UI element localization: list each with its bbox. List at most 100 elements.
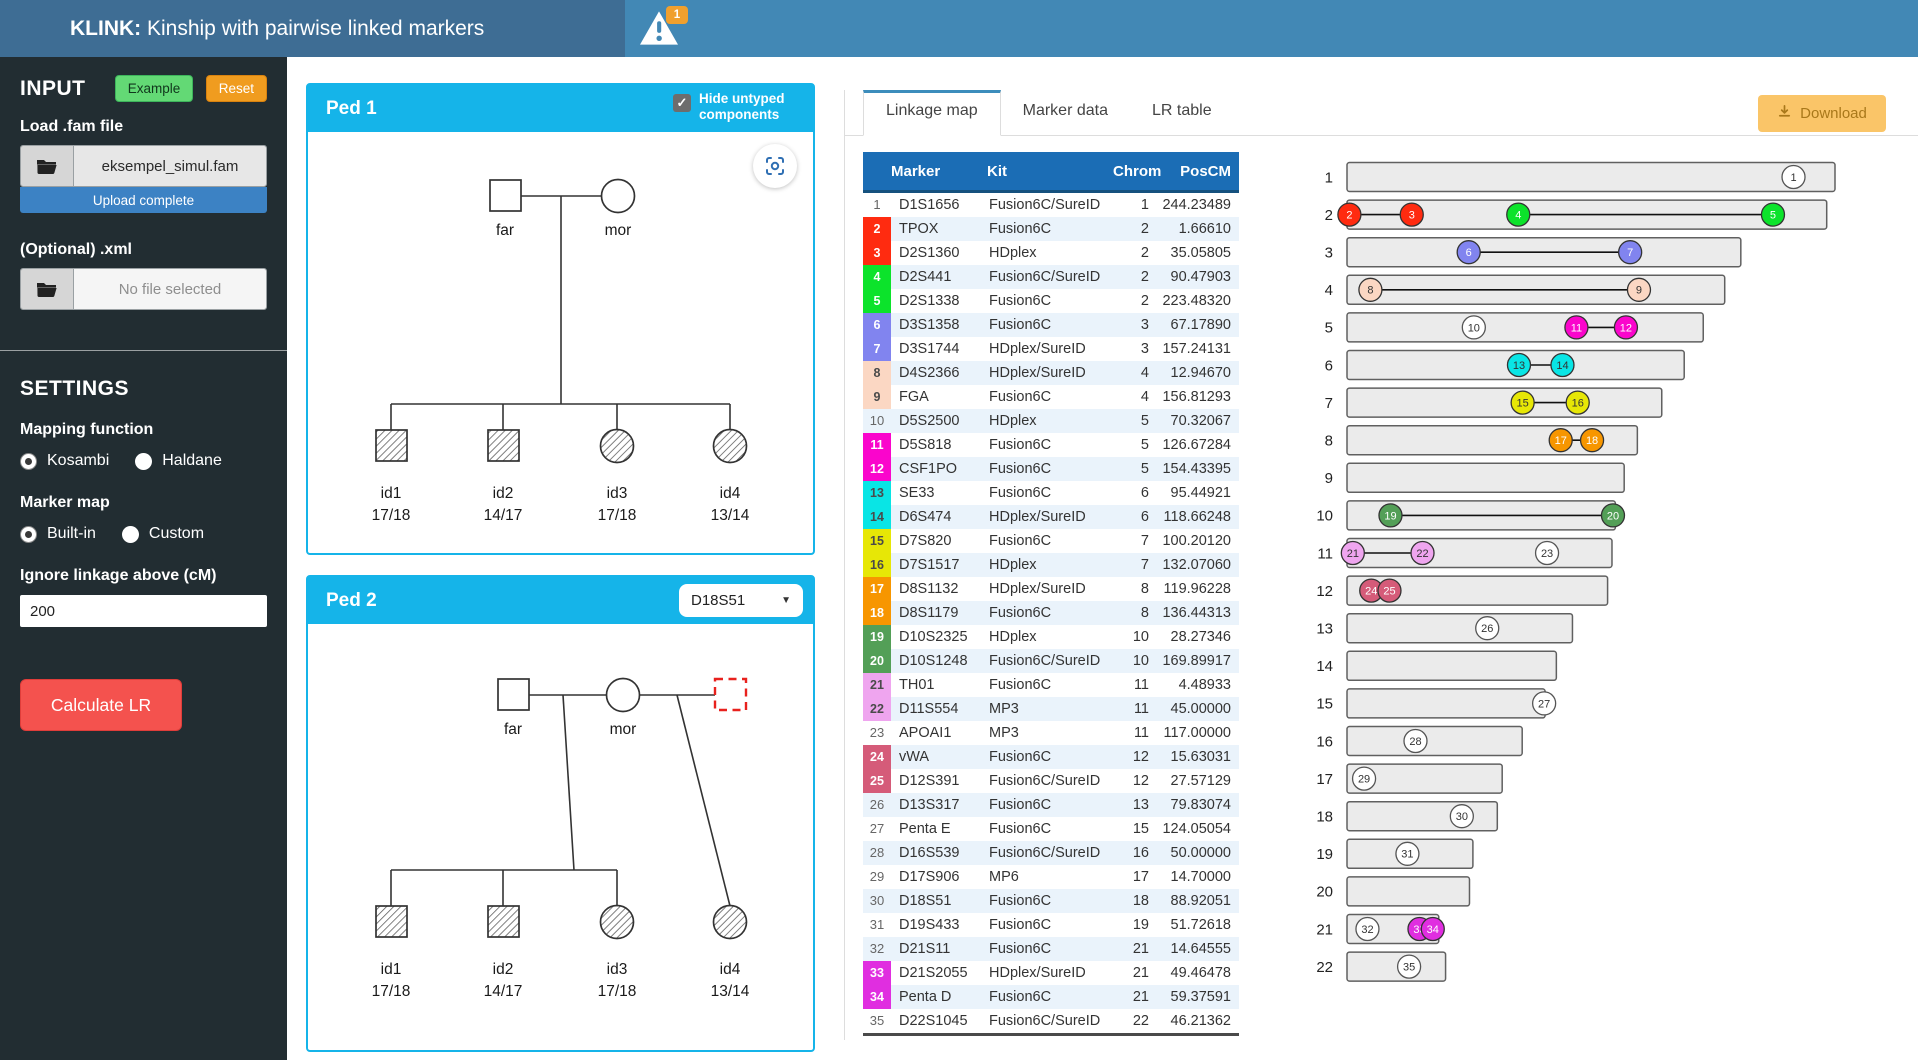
- cell-kit: Fusion6C: [987, 433, 1113, 457]
- row-index-badge: 17: [863, 577, 891, 601]
- chromosome-row: 71516: [1325, 388, 1662, 417]
- cell-chrom: 12: [1113, 769, 1157, 793]
- cell-chrom: 4: [1113, 385, 1157, 409]
- cell-kit: MP3: [987, 697, 1113, 721]
- marker-circle-number: 12: [1620, 322, 1632, 334]
- mapping-function-label: Mapping function: [20, 421, 267, 439]
- table-row: 2TPOXFusion6C21.66610: [863, 217, 1239, 241]
- marker-circle-number: 31: [1401, 849, 1413, 861]
- folder-icon[interactable]: [21, 269, 74, 309]
- cell-marker: TPOX: [891, 217, 987, 241]
- example-button[interactable]: Example: [115, 75, 194, 102]
- marker-circle-number: 14: [1556, 360, 1568, 372]
- cell-marker: TH01: [891, 673, 987, 697]
- ped1-child3-symbol: [601, 430, 634, 463]
- ped1-child2-symbol: [488, 430, 519, 461]
- cell-chrom: 5: [1113, 433, 1157, 457]
- cell-chrom: 2: [1113, 265, 1157, 289]
- camera-focus-icon[interactable]: [753, 144, 797, 188]
- download-button[interactable]: Download: [1758, 95, 1886, 132]
- warning-notification[interactable]: 1: [640, 11, 688, 51]
- cell-marker: D2S441: [891, 265, 987, 289]
- table-row: 32D21S11Fusion6C2114.64555: [863, 937, 1239, 961]
- radio-haldane[interactable]: [135, 453, 152, 470]
- cell-chrom: 3: [1113, 337, 1157, 361]
- folder-icon[interactable]: [21, 146, 74, 186]
- row-index-badge: 29: [863, 865, 891, 889]
- table-row: 4D2S441Fusion6C/SureID290.47903: [863, 265, 1239, 289]
- radio-builtin[interactable]: [20, 526, 37, 543]
- cell-pos: 117.00000: [1157, 721, 1239, 745]
- cell-kit: Fusion6C: [987, 817, 1113, 841]
- col-header-chrom[interactable]: Chrom: [1113, 152, 1157, 192]
- tab-lr-table[interactable]: LR table: [1130, 90, 1234, 135]
- table-row: 12CSF1POFusion6C5154.43395: [863, 457, 1239, 481]
- cell-marker: D18S51: [891, 889, 987, 913]
- radio-custom-label[interactable]: Custom: [149, 525, 204, 543]
- row-index-badge: 30: [863, 889, 891, 913]
- marker-circle-number: 1: [1790, 172, 1796, 184]
- chromosome-row: 1628: [1316, 727, 1522, 756]
- calculate-lr-button[interactable]: Calculate LR: [20, 679, 182, 731]
- row-index-badge: 35: [863, 1009, 891, 1035]
- cell-chrom: 6: [1113, 481, 1157, 505]
- cell-marker: vWA: [891, 745, 987, 769]
- tab-marker-data[interactable]: Marker data: [1001, 90, 1130, 135]
- col-header-poscm[interactable]: PosCM: [1157, 152, 1239, 192]
- cell-pos: 124.05054: [1157, 817, 1239, 841]
- row-index-badge: 33: [863, 961, 891, 985]
- ped2-mother-label: mor: [610, 721, 637, 738]
- warning-count-badge: 1: [666, 6, 688, 24]
- radio-kosambi-label[interactable]: Kosambi: [47, 452, 109, 470]
- xml-file-picker[interactable]: No file selected: [20, 268, 267, 310]
- cell-marker: FGA: [891, 385, 987, 409]
- cell-chrom: 4: [1113, 361, 1157, 385]
- fam-file-picker[interactable]: eksempel_simul.fam: [20, 145, 267, 187]
- cell-pos: 50.00000: [1157, 841, 1239, 865]
- chromosome-row: 489: [1325, 275, 1725, 304]
- ped1-header: Ped 1 ✓ Hide untyped components: [308, 85, 813, 132]
- chromosome-label: 8: [1325, 432, 1333, 449]
- cell-pos: 132.07060: [1157, 553, 1239, 577]
- cell-kit: HDplex/SureID: [987, 337, 1113, 361]
- col-header-marker[interactable]: Marker: [891, 152, 987, 192]
- cell-kit: Fusion6C: [987, 457, 1113, 481]
- cell-pos: 154.43395: [1157, 457, 1239, 481]
- radio-custom[interactable]: [122, 526, 139, 543]
- cell-marker: D19S433: [891, 913, 987, 937]
- marker-table-body: 1D1S1656Fusion6C/SureID1244.234892TPOXFu…: [863, 192, 1239, 1035]
- reset-button[interactable]: Reset: [206, 75, 267, 102]
- tab-linkage-map[interactable]: Linkage map: [863, 90, 1001, 136]
- chromosome-row: 11212223: [1317, 539, 1612, 568]
- table-row: 28D16S539Fusion6C/SureID1650.00000: [863, 841, 1239, 865]
- hide-untyped-checkbox[interactable]: ✓: [673, 94, 691, 112]
- cell-kit: Fusion6C/SureID: [987, 841, 1113, 865]
- cell-marker: D5S818: [891, 433, 987, 457]
- ignore-linkage-input[interactable]: [20, 595, 267, 627]
- radio-haldane-label[interactable]: Haldane: [162, 452, 222, 470]
- cell-marker: D10S1248: [891, 649, 987, 673]
- marker-circle-number: 35: [1403, 961, 1415, 973]
- marker-circle-number: 19: [1384, 510, 1396, 522]
- row-index-badge: 14: [863, 505, 891, 529]
- row-index-badge: 11: [863, 433, 891, 457]
- hide-untyped-checkbox-group[interactable]: ✓ Hide untyped components: [673, 91, 801, 122]
- cell-chrom: 1: [1113, 192, 1157, 218]
- cell-marker: D1S1656: [891, 192, 987, 218]
- warning-triangle-icon: [640, 32, 678, 49]
- chromosome-row: 20: [1316, 877, 1469, 906]
- col-header-kit[interactable]: Kit: [987, 152, 1113, 192]
- linkage-map-plot: 1122345367489510111261314715168171891019…: [1301, 152, 1881, 997]
- cell-kit: Fusion6C/SureID: [987, 1009, 1113, 1035]
- radio-builtin-label[interactable]: Built-in: [47, 525, 96, 543]
- radio-kosambi[interactable]: [20, 453, 37, 470]
- cell-marker: D21S11: [891, 937, 987, 961]
- row-index-badge: 20: [863, 649, 891, 673]
- cell-pos: 126.67284: [1157, 433, 1239, 457]
- chromosome-bar: [1347, 727, 1522, 756]
- col-header-index: [863, 152, 891, 192]
- cell-chrom: 13: [1113, 793, 1157, 817]
- sidebar-divider: [0, 350, 287, 351]
- marker-map-label: Marker map: [20, 494, 267, 512]
- marker-select-dropdown[interactable]: D18S51 ▼: [679, 584, 803, 617]
